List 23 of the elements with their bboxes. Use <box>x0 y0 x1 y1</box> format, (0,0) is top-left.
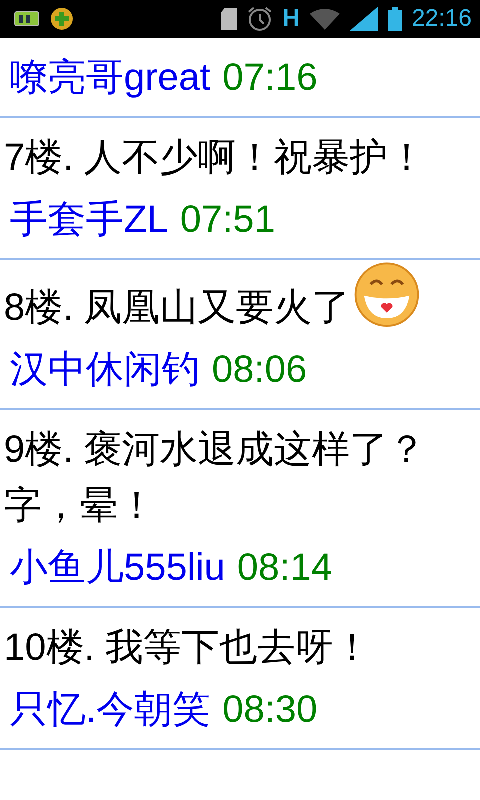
sim-card-icon <box>14 11 40 27</box>
author-name[interactable]: 嘹亮哥great <box>10 52 211 104</box>
wifi-icon <box>310 8 340 30</box>
author-name[interactable]: 只忆.今朝笑 <box>10 684 211 736</box>
signal-icon <box>350 7 378 31</box>
alarm-clock-icon <box>246 6 273 32</box>
post-time: 08:30 <box>222 688 318 733</box>
post-time: 08:06 <box>212 348 308 393</box>
status-time: 22:16 <box>412 5 472 33</box>
author-name[interactable]: 小鱼儿555liu <box>10 542 226 594</box>
author-name[interactable]: 手套手ZL <box>10 194 168 246</box>
author-name[interactable]: 汉中休闲钓 <box>10 344 200 396</box>
post-text: 8楼. 凤凰山又要火了 <box>4 287 350 329</box>
post-time: 07:16 <box>222 56 318 101</box>
post-time: 08:14 <box>237 546 333 591</box>
post-text: 10楼. 我等下也去呀！ <box>4 627 372 669</box>
battery-icon <box>388 7 402 31</box>
plus-circle-icon <box>50 7 74 31</box>
sd-card-icon <box>220 8 237 30</box>
post-text: 7楼. 人不少啊！祝暴护！ <box>4 137 426 179</box>
post-text: 9楼. 褒河水退成这样了？字，晕！ <box>4 429 426 527</box>
network-type: H <box>282 5 300 33</box>
post-time: 07:51 <box>180 198 276 243</box>
